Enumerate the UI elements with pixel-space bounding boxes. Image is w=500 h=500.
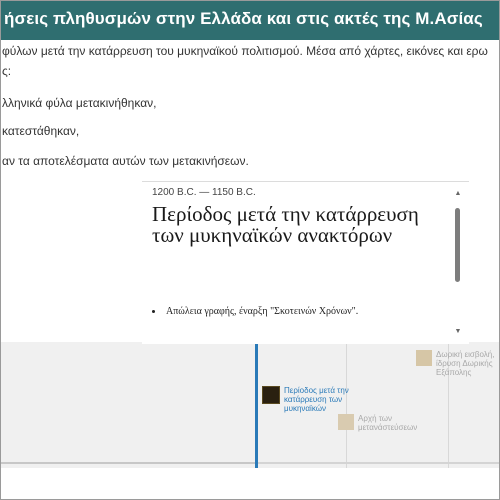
event-detail-card: 1200 B.C. — 1150 B.C. Περίοδος μετά την … xyxy=(142,181,469,344)
title-bar: ήσεις πληθυσμών στην Ελλάδα και στις ακτ… xyxy=(0,0,500,40)
timeline-event-label: Περίοδος μετά την κατάρρευση των μυκηναϊ… xyxy=(284,386,349,413)
intro-line: αν τα αποτελέσματα αυτών των μετακινήσεω… xyxy=(2,154,249,168)
intro-line: λληνικά φύλα μετακινήθηκαν, xyxy=(2,96,157,110)
timeline-event-label: Δωρική εισβολή, ίδρυση Δωρικής Εξάπολης xyxy=(436,350,495,377)
timeline-event[interactable]: Αρχή των μετανάστεύσεων xyxy=(338,414,428,432)
card-scrollbar[interactable]: ▲ ▼ xyxy=(451,190,465,336)
timeline-axis xyxy=(0,462,258,464)
timeline-event[interactable]: Δωρική εισβολή, ίδρυση Δωρικής Εξάπολης xyxy=(416,350,500,377)
intro-line: κατεστάθηκαν, xyxy=(2,124,80,138)
timeline-current-marker xyxy=(255,342,258,468)
timeline-event-selected[interactable]: Περίοδος μετά την κατάρρευση των μυκηναϊ… xyxy=(262,386,362,413)
intro-line: ς: xyxy=(2,64,12,78)
triangle-down-icon[interactable]: ▼ xyxy=(453,328,463,336)
scrollbar-thumb[interactable] xyxy=(455,208,460,282)
event-title: Περίοδος μετά την κατάρρευση των μυκηναϊ… xyxy=(152,202,419,247)
event-bullets: Απώλεια γραφής, έναρξη "Σκοτεινών Χρόνων… xyxy=(156,306,424,317)
timeline-axis xyxy=(258,462,500,464)
event-date: 1200 B.C. — 1150 B.C. xyxy=(152,187,256,198)
image-thumbnail-icon xyxy=(416,350,432,366)
intro-text: φύλων μετά την κατάρρευση του μυκηναϊκού… xyxy=(0,40,500,190)
event-bullet: Απώλεια γραφής, έναρξη "Σκοτεινών Χρόνων… xyxy=(164,306,424,317)
intro-line: φύλων μετά την κατάρρευση του μυκηναϊκού… xyxy=(2,44,488,58)
timeline-event-label: Αρχή των μετανάστεύσεων xyxy=(358,414,418,432)
triangle-up-icon[interactable]: ▲ xyxy=(453,190,463,198)
image-thumbnail-icon xyxy=(262,386,280,404)
page-title: ήσεις πληθυσμών στην Ελλάδα και στις ακτ… xyxy=(4,9,483,28)
image-thumbnail-icon xyxy=(338,414,354,430)
